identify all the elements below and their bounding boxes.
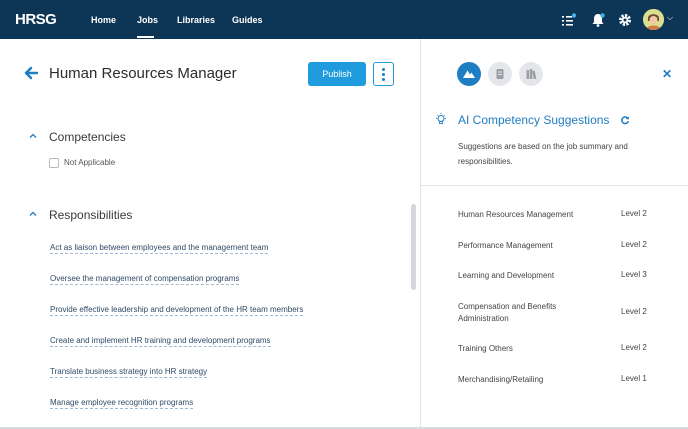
chevron-up-icon[interactable] [29, 210, 37, 218]
suggestion-name[interactable]: Merchandising/Retailing [458, 374, 598, 386]
more-dot [382, 77, 385, 81]
nav-home[interactable]: Home [91, 15, 116, 25]
books-icon [526, 69, 537, 80]
nav-active-indicator [137, 36, 154, 38]
suggestion-name[interactable]: Human Resources Management [458, 209, 598, 221]
suggestion-level: Level 1 [621, 374, 647, 383]
document-icon [496, 69, 504, 79]
gear-icon[interactable] [617, 12, 633, 28]
document-tab[interactable] [488, 62, 512, 86]
bell-icon[interactable] [590, 12, 606, 28]
suggestion-level: Level 2 [621, 240, 647, 249]
suggestion-level: Level 2 [621, 307, 647, 316]
not-applicable-label[interactable]: Not Applicable [64, 158, 115, 167]
ai-panel-divider [421, 185, 688, 186]
nav-libraries[interactable]: Libraries [177, 15, 215, 25]
ai-panel-description: Suggestions are based on the job summary… [458, 142, 628, 166]
not-applicable-checkbox[interactable] [49, 158, 59, 168]
back-arrow-icon[interactable] [24, 66, 38, 80]
competencies-section-title[interactable]: Competencies [49, 130, 126, 144]
suggestion-name[interactable]: Learning and Development [458, 270, 598, 282]
publish-button[interactable]: Publish [308, 62, 366, 86]
suggestion-name[interactable]: Training Others [458, 343, 598, 355]
ai-panel-title: AI Competency Suggestions [458, 113, 610, 127]
nav-jobs[interactable]: Jobs [137, 15, 158, 25]
left-panel-scrollbar[interactable] [411, 204, 416, 290]
suggestion-name[interactable]: Compensation and Benefits Administration [458, 301, 583, 325]
library-tab[interactable] [519, 62, 543, 86]
refresh-icon[interactable] [620, 115, 630, 125]
responsibility-item[interactable]: Create and implement HR training and dev… [50, 336, 271, 347]
suggestion-name[interactable]: Performance Management [458, 240, 598, 252]
panel-divider [420, 39, 421, 429]
page-title: Human Resources Manager [49, 65, 237, 82]
responsibility-item[interactable]: Oversee the management of compensation p… [50, 274, 240, 285]
more-options-button[interactable] [373, 62, 394, 86]
avatar[interactable] [643, 9, 664, 30]
suggestion-level: Level 2 [621, 209, 647, 218]
responsibilities-section-title[interactable]: Responsibilities [49, 208, 132, 222]
suggestion-level: Level 2 [621, 343, 647, 352]
tasks-icon[interactable] [561, 12, 577, 28]
responsibility-item[interactable]: Manage employee recognition programs [50, 398, 194, 409]
lightbulb-icon [436, 113, 446, 124]
ai-suggestions-icon [463, 70, 475, 78]
more-dot [382, 72, 385, 76]
top-nav-bar: HRSG Home Jobs Libraries Guides ⌵ [0, 0, 688, 39]
more-dot [382, 67, 385, 71]
responsibility-item[interactable]: Provide effective leadership and develop… [50, 305, 304, 316]
ai-suggestions-tab[interactable] [457, 62, 481, 86]
close-icon[interactable]: ✕ [662, 67, 672, 81]
nav-guides[interactable]: Guides [232, 15, 263, 25]
responsibility-item[interactable]: Translate business strategy into HR stra… [50, 367, 208, 378]
hrsg-logo[interactable]: HRSG [15, 11, 57, 28]
chevron-up-icon[interactable] [29, 132, 37, 140]
responsibility-item[interactable]: Act as liaison between employees and the… [50, 243, 269, 254]
chevron-down-icon[interactable]: ⌵ [667, 13, 673, 23]
suggestion-level: Level 3 [621, 270, 647, 279]
